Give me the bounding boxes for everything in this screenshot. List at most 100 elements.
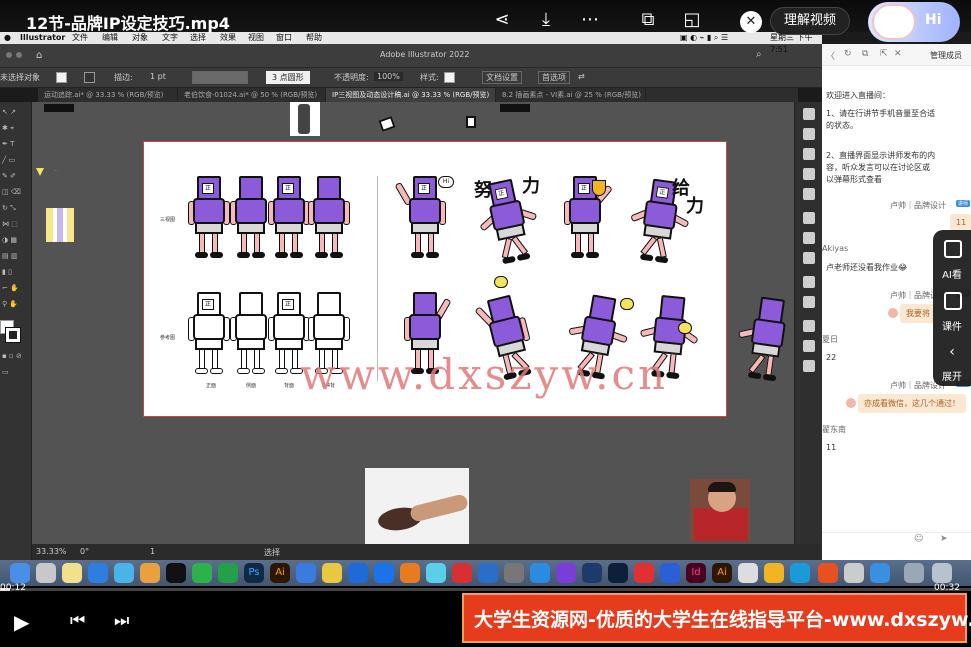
wlink-icon[interactable]: [844, 563, 864, 583]
keyboard-icon[interactable]: [904, 563, 924, 583]
properties-icon[interactable]: [803, 108, 815, 120]
pose-hi[interactable]: 正: [394, 176, 446, 264]
appearance-icon[interactable]: [803, 276, 815, 288]
more-icon[interactable]: ⋯: [578, 8, 602, 32]
previous-icon[interactable]: ⏮: [70, 611, 85, 631]
c4d-icon[interactable]: [608, 563, 628, 583]
rotation-angle[interactable]: 0°: [80, 547, 89, 556]
character-side-line[interactable]: [230, 292, 272, 380]
app-icon[interactable]: [818, 563, 838, 583]
search-icon[interactable]: ⌕: [756, 49, 762, 60]
fill-swatch[interactable]: [56, 72, 67, 83]
close-chat-icon[interactable]: ✕: [894, 49, 902, 59]
docs-icon[interactable]: [374, 563, 394, 583]
character-front[interactable]: 正: [188, 176, 230, 264]
blender-icon[interactable]: [400, 563, 420, 583]
character-three-quarter[interactable]: 正: [268, 176, 310, 264]
expand-label[interactable]: 展开: [933, 368, 971, 383]
stroke-value[interactable]: 1 pt: [150, 72, 166, 81]
gradient-panel-icon[interactable]: [803, 232, 815, 244]
refresh-icon[interactable]: ↻: [844, 49, 852, 59]
sock-asset[interactable]: [466, 116, 476, 128]
swatches-icon[interactable]: [803, 168, 815, 180]
gradient-tool-icon[interactable]: ▤ ▥: [2, 252, 30, 262]
send-icon[interactable]: ➤: [940, 534, 948, 544]
progress-track[interactable]: [0, 588, 971, 591]
rotate-tool-icon[interactable]: ↻ ⤡: [2, 204, 30, 214]
meeting-icon[interactable]: [114, 563, 134, 583]
shoes-asset[interactable]: [44, 104, 74, 112]
artboard-number[interactable]: 1: [150, 547, 155, 556]
width-tool-icon[interactable]: ⋈ ⬚: [2, 220, 30, 230]
qq-icon[interactable]: [166, 563, 186, 583]
photoshop-icon[interactable]: Ps: [244, 563, 264, 583]
brush-tool-icon[interactable]: ✎ ✐: [2, 172, 30, 182]
share-icon[interactable]: ⋖: [490, 8, 514, 32]
calendar-icon[interactable]: [870, 563, 890, 583]
chrome-icon[interactable]: [322, 563, 342, 583]
shape-builder-icon[interactable]: ◑ ▦: [2, 236, 30, 246]
download-icon[interactable]: ⤓: [534, 8, 558, 32]
color-mode-icon[interactable]: ▪ ▫ ⊘: [2, 352, 30, 362]
magic-wand-tool-icon[interactable]: ✱ ⌖: [2, 124, 30, 134]
stroke-swatch[interactable]: [84, 72, 95, 83]
finder-icon[interactable]: [10, 563, 30, 583]
chevron-left-icon[interactable]: ‹: [933, 344, 971, 360]
courseware-icon[interactable]: [944, 292, 962, 310]
close-ai-icon[interactable]: ✕: [740, 11, 762, 33]
next-icon[interactable]: ⏭: [114, 611, 129, 631]
brush-dropdown[interactable]: 3 点圆形: [266, 71, 310, 84]
lark-icon[interactable]: [348, 563, 368, 583]
editor-icon[interactable]: [556, 563, 576, 583]
sketch-icon[interactable]: [764, 563, 784, 583]
ai-watch-label[interactable]: AI看: [933, 266, 971, 281]
cinema4d-icon[interactable]: [582, 563, 602, 583]
libraries-icon[interactable]: [803, 148, 815, 160]
tab-doc-1[interactable]: 运动追踪.ai* @ 33.33 % (RGB/预览): [38, 88, 178, 102]
notes-icon[interactable]: [62, 563, 82, 583]
emoji-icon[interactable]: ☺: [914, 534, 923, 544]
tool-icon[interactable]: [530, 563, 550, 583]
pen-tool-icon[interactable]: ✒ T: [2, 140, 30, 150]
preferences-button[interactable]: 首选项: [538, 71, 570, 84]
transparency-icon[interactable]: [803, 252, 815, 264]
eyedropper-icon[interactable]: ⌐ ✋: [2, 284, 30, 294]
facetime-icon[interactable]: [218, 563, 238, 583]
back-icon[interactable]: 〈: [826, 49, 835, 62]
app-store-icon[interactable]: [88, 563, 108, 583]
document-settings-button[interactable]: 文档设置: [482, 71, 522, 84]
stroke-color-icon[interactable]: [5, 327, 21, 343]
pathfinder-icon[interactable]: [803, 340, 815, 352]
illustrator-icon[interactable]: Ai: [270, 563, 290, 583]
selection-tool-icon[interactable]: ↖ ↗: [2, 108, 30, 118]
preview-icon[interactable]: [738, 563, 758, 583]
zoom-tool-icon[interactable]: ⚲ ✋: [2, 300, 30, 310]
window-icon[interactable]: ⧉: [862, 49, 868, 59]
tab-doc-4[interactable]: 8.2 插画素点 - VI素.ai @ 25 % (RGB/预览): [496, 88, 646, 102]
popout-icon[interactable]: ⇱: [880, 49, 888, 59]
settings-icon[interactable]: [504, 563, 524, 583]
color-swatch-strip[interactable]: [46, 208, 74, 242]
character-side[interactable]: [230, 176, 272, 264]
safari-icon[interactable]: [296, 563, 316, 583]
play-icon[interactable]: ▶: [14, 610, 29, 634]
menu-window[interactable]: 窗口: [276, 32, 292, 44]
tab-doc-3[interactable]: IP三视图及动态设计稿.ai @ 33.33 % (RGB/预览): [326, 88, 496, 102]
p-app-icon[interactable]: [660, 563, 680, 583]
transform-icon[interactable]: [803, 360, 815, 372]
understand-video-button[interactable]: 理解视频: [770, 7, 850, 35]
chat-input[interactable]: [822, 532, 971, 548]
screen-mode-icon[interactable]: ▭: [2, 368, 30, 378]
trash-icon[interactable]: [932, 563, 952, 583]
character-front-line[interactable]: 正: [188, 292, 230, 380]
align-icon[interactable]: [803, 320, 815, 332]
zoom-level[interactable]: 33.33%: [36, 547, 67, 556]
wps-icon[interactable]: [452, 563, 472, 583]
menu-help[interactable]: 帮助: [306, 32, 322, 44]
tab-doc-2[interactable]: 老伯饮食-01024.ai* @ 50 % (RGB/预览): [178, 88, 326, 102]
close-dot-icon[interactable]: [6, 52, 12, 58]
style-swatch[interactable]: [444, 72, 455, 83]
wechat-icon[interactable]: [192, 563, 212, 583]
manage-members[interactable]: 管理成员: [930, 50, 962, 61]
launchpad-icon[interactable]: [36, 563, 56, 583]
